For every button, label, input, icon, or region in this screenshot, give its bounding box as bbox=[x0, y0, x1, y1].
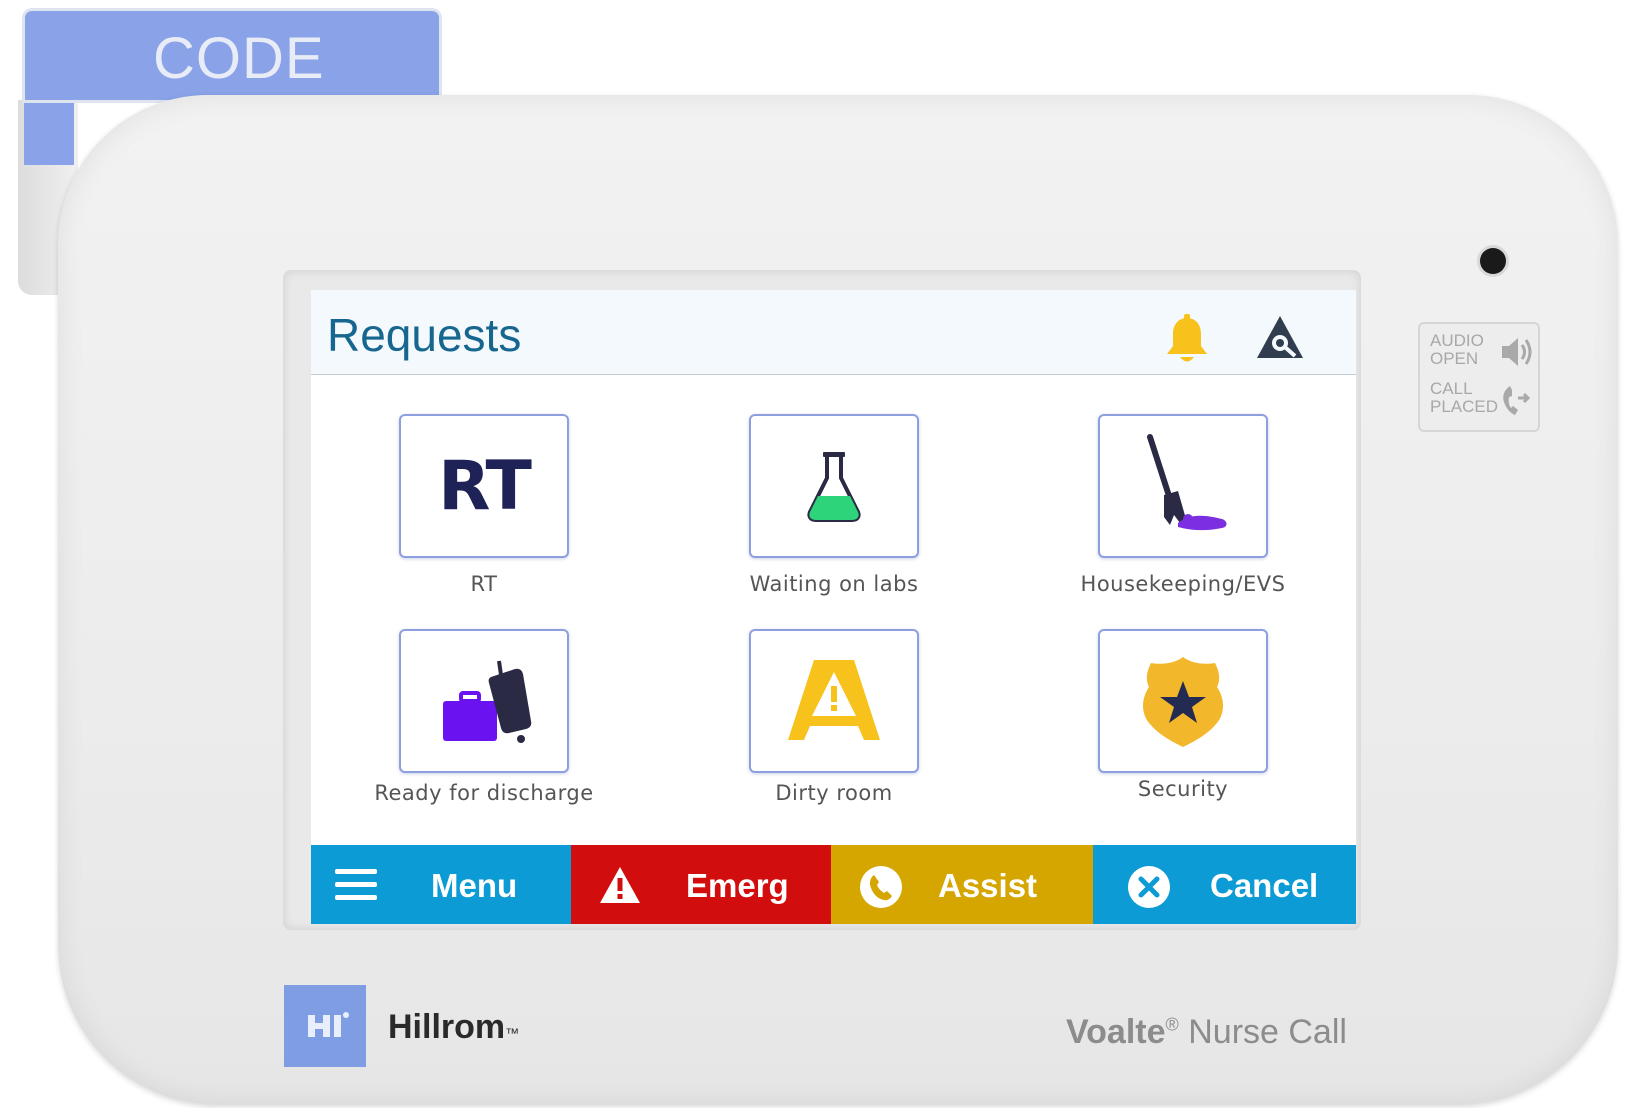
request-label-dirty-room: Dirty room bbox=[775, 781, 893, 805]
phone-icon bbox=[860, 866, 902, 908]
header-bar: Requests bbox=[311, 290, 1356, 375]
menu-button[interactable]: Menu bbox=[311, 845, 571, 924]
cancel-circle-icon bbox=[1128, 866, 1170, 908]
action-bar: Menu Emerg Assist Cancel bbox=[311, 845, 1356, 924]
hillrom-logo bbox=[284, 985, 366, 1067]
request-tile-ready-for-discharge[interactable] bbox=[399, 629, 569, 773]
product-name-bold: Voalte bbox=[1066, 1013, 1166, 1051]
brand-name: Hillrom™ bbox=[388, 1008, 519, 1047]
hamburger-menu-icon bbox=[335, 869, 377, 900]
call-placed-label: CALL PLACED bbox=[1430, 379, 1499, 416]
request-tile-rt[interactable]: RT bbox=[399, 414, 569, 558]
warning-icon bbox=[600, 867, 640, 903]
speaker-icon bbox=[1502, 338, 1532, 366]
request-label-rt: RT bbox=[470, 572, 498, 596]
emerg-button[interactable]: Emerg bbox=[571, 845, 831, 924]
alert-icon[interactable] bbox=[1255, 314, 1305, 360]
rt-text-icon: RT bbox=[438, 446, 532, 526]
audio-open-indicator: AUDIO OPEN bbox=[1430, 332, 1540, 376]
lab-flask-icon bbox=[807, 452, 861, 522]
emerg-label: Emerg bbox=[686, 867, 789, 904]
bell-icon[interactable] bbox=[1163, 314, 1211, 366]
code-button[interactable]: CODE bbox=[22, 8, 442, 103]
touch-screen: Requests RT RT Waiting on labs Housekeep… bbox=[311, 290, 1356, 924]
page-title: Requests bbox=[327, 309, 522, 361]
registered-mark: ® bbox=[1165, 1014, 1179, 1035]
camera-icon bbox=[1480, 248, 1506, 274]
code-label: CODE bbox=[153, 26, 325, 91]
status-indicator-panel: AUDIO OPEN CALL PLACED bbox=[1418, 322, 1540, 432]
brand-trademark: ™ bbox=[505, 1025, 520, 1041]
product-name: Voalte® Nurse Call bbox=[1066, 1013, 1347, 1052]
request-tile-dirty-room[interactable] bbox=[749, 629, 919, 773]
request-tile-waiting-on-labs[interactable] bbox=[749, 414, 919, 558]
request-tile-housekeeping[interactable] bbox=[1098, 414, 1268, 558]
phone-call-icon bbox=[1503, 386, 1531, 415]
code-clip-blue bbox=[24, 100, 74, 165]
product-name-rest: Nurse Call bbox=[1178, 1013, 1347, 1051]
mop-icon bbox=[1147, 434, 1227, 531]
wet-floor-sign-icon bbox=[788, 660, 880, 740]
request-label-housekeeping: Housekeeping/EVS bbox=[1080, 572, 1286, 596]
call-placed-indicator: CALL PLACED bbox=[1430, 380, 1540, 424]
luggage-icon bbox=[443, 660, 532, 743]
audio-open-label: AUDIO OPEN bbox=[1430, 331, 1484, 368]
request-tile-security[interactable] bbox=[1098, 629, 1268, 773]
menu-label: Menu bbox=[431, 867, 518, 904]
cancel-label: Cancel bbox=[1210, 867, 1319, 904]
request-label-ready-for-discharge: Ready for discharge bbox=[374, 781, 594, 805]
hillrom-logo-mark bbox=[308, 1012, 349, 1037]
cancel-button[interactable]: Cancel bbox=[1093, 845, 1356, 924]
request-label-waiting-on-labs: Waiting on labs bbox=[749, 572, 919, 596]
brand-name-text: Hillrom bbox=[388, 1008, 506, 1046]
assist-button[interactable]: Assist bbox=[831, 845, 1093, 924]
request-label-security: Security bbox=[1137, 777, 1229, 801]
assist-label: Assist bbox=[938, 867, 1038, 904]
security-badge-icon bbox=[1143, 657, 1223, 747]
